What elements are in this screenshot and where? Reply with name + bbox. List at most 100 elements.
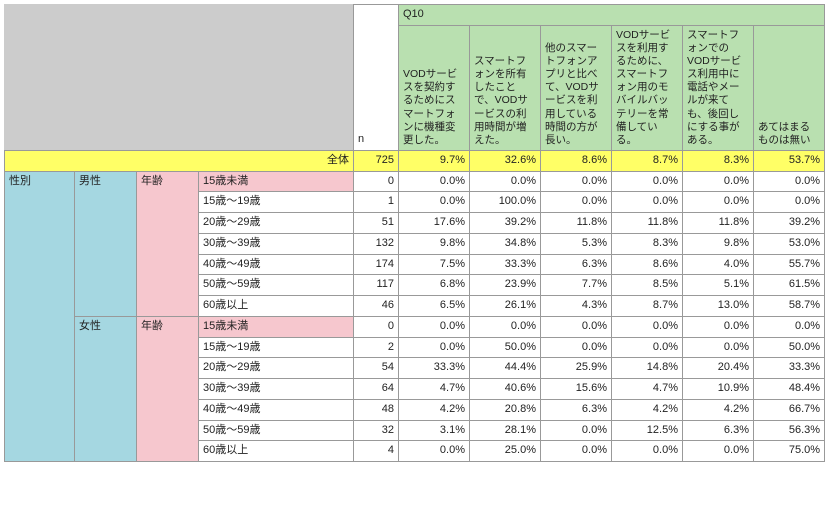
cell-n: 117 <box>354 275 399 296</box>
cell: 50.0% <box>754 337 825 358</box>
gender-male: 男性 <box>75 171 137 316</box>
table-row: 性別 男性 年齢 15歳未満 0 0.0% 0.0% 0.0% 0.0% 0.0… <box>5 171 825 192</box>
cell: 0.0% <box>541 316 612 337</box>
total-v0: 9.7% <box>399 150 470 171</box>
cell: 50.0% <box>470 337 541 358</box>
cell: 61.5% <box>754 275 825 296</box>
cell: 0.0% <box>399 337 470 358</box>
cell: 4.0% <box>683 254 754 275</box>
cell: 6.3% <box>541 399 612 420</box>
age-label: 20歳～29歳 <box>199 358 354 379</box>
cell-n: 0 <box>354 316 399 337</box>
age-label: 30歳～39歳 <box>199 233 354 254</box>
cell: 33.3% <box>754 358 825 379</box>
age-label: 40歳～49歳 <box>199 399 354 420</box>
age-label: 20歳～29歳 <box>199 213 354 234</box>
cell: 7.5% <box>399 254 470 275</box>
cell: 0.0% <box>612 441 683 462</box>
cell: 13.0% <box>683 296 754 317</box>
cell: 7.7% <box>541 275 612 296</box>
cell: 6.3% <box>541 254 612 275</box>
cell: 0.0% <box>541 192 612 213</box>
cell-n: 64 <box>354 379 399 400</box>
cell: 0.0% <box>683 171 754 192</box>
header-blank <box>5 5 354 151</box>
total-label: 全体 <box>5 150 354 171</box>
cell-n: 54 <box>354 358 399 379</box>
cell: 4.7% <box>399 379 470 400</box>
cell: 0.0% <box>399 192 470 213</box>
cell: 55.7% <box>754 254 825 275</box>
cell: 23.9% <box>470 275 541 296</box>
age-label: 15歳未満 <box>199 171 354 192</box>
cell-n: 1 <box>354 192 399 213</box>
cell: 0.0% <box>754 316 825 337</box>
cell: 5.3% <box>541 233 612 254</box>
age-label: 50歳～59歳 <box>199 420 354 441</box>
cell: 0.0% <box>470 171 541 192</box>
dim2-label-male: 年齢 <box>137 171 199 316</box>
cell: 75.0% <box>754 441 825 462</box>
cell: 53.0% <box>754 233 825 254</box>
cell: 100.0% <box>470 192 541 213</box>
col-header-3: VODサービスを利用するために、スマートフォン用のモバイルバッテリーを常備してい… <box>612 25 683 150</box>
age-label: 15歳～19歳 <box>199 192 354 213</box>
cell-n: 51 <box>354 213 399 234</box>
cell: 40.6% <box>470 379 541 400</box>
cell: 8.5% <box>612 275 683 296</box>
cell: 11.8% <box>541 213 612 234</box>
cell-n: 32 <box>354 420 399 441</box>
age-label: 15歳～19歳 <box>199 337 354 358</box>
cell: 6.8% <box>399 275 470 296</box>
cell: 0.0% <box>612 337 683 358</box>
cell: 25.0% <box>470 441 541 462</box>
cell: 0.0% <box>683 337 754 358</box>
cell: 0.0% <box>612 192 683 213</box>
cell: 0.0% <box>541 420 612 441</box>
cell: 0.0% <box>683 441 754 462</box>
total-v5: 53.7% <box>754 150 825 171</box>
cell: 0.0% <box>683 316 754 337</box>
cell: 8.6% <box>612 254 683 275</box>
cell: 26.1% <box>470 296 541 317</box>
cell: 8.7% <box>612 296 683 317</box>
cell: 14.8% <box>612 358 683 379</box>
cell-n: 174 <box>354 254 399 275</box>
cell: 28.1% <box>470 420 541 441</box>
cell: 0.0% <box>470 316 541 337</box>
table-row: 女性 年齢 15歳未満 0 0.0% 0.0% 0.0% 0.0% 0.0% 0… <box>5 316 825 337</box>
col-header-0: VODサービスを契約するためにスマートフォンに機種変更した。 <box>399 25 470 150</box>
crosstab-table: n Q10 VODサービスを契約するためにスマートフォンに機種変更した。 スマー… <box>4 4 825 462</box>
cell: 15.6% <box>541 379 612 400</box>
question-header: Q10 <box>399 5 825 26</box>
cell: 12.5% <box>612 420 683 441</box>
cell: 33.3% <box>399 358 470 379</box>
cell: 0.0% <box>399 316 470 337</box>
cell: 4.2% <box>612 399 683 420</box>
cell-n: 0 <box>354 171 399 192</box>
cell: 58.7% <box>754 296 825 317</box>
age-label: 60歳以上 <box>199 296 354 317</box>
n-header: n <box>354 5 399 151</box>
cell: 0.0% <box>399 441 470 462</box>
cell: 0.0% <box>541 337 612 358</box>
total-n: 725 <box>354 150 399 171</box>
cell: 5.1% <box>683 275 754 296</box>
cell: 48.4% <box>754 379 825 400</box>
dim2-label-female: 年齢 <box>137 316 199 461</box>
cell: 66.7% <box>754 399 825 420</box>
cell: 0.0% <box>399 171 470 192</box>
cell-n: 48 <box>354 399 399 420</box>
col-header-2: 他のスマートフォンアプリと比べて、VODサービスを利用している時間の方が長い。 <box>541 25 612 150</box>
col-header-1: スマートフォンを所有したことで、VODサービスの利用時間が増えた。 <box>470 25 541 150</box>
cell: 39.2% <box>470 213 541 234</box>
age-label: 30歳～39歳 <box>199 379 354 400</box>
cell: 33.3% <box>470 254 541 275</box>
total-v4: 8.3% <box>683 150 754 171</box>
cell: 3.1% <box>399 420 470 441</box>
age-label: 60歳以上 <box>199 441 354 462</box>
cell: 11.8% <box>612 213 683 234</box>
cell: 20.8% <box>470 399 541 420</box>
cell: 0.0% <box>754 192 825 213</box>
cell: 0.0% <box>683 192 754 213</box>
